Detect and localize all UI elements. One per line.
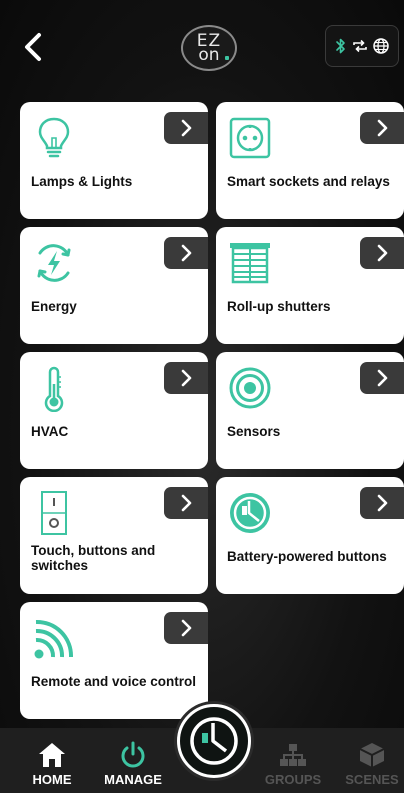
logo-dot — [224, 56, 229, 60]
energy-icon — [37, 244, 71, 282]
shutter-icon — [230, 243, 270, 284]
battery-button-icon — [230, 493, 270, 533]
category-card-switches[interactable]: Touch, buttons and switches — [20, 477, 208, 594]
category-label: Smart sockets and relays — [227, 174, 390, 189]
open-arrow-button[interactable] — [360, 112, 404, 144]
ezon-logo: EZ on — [181, 25, 237, 71]
chevron-right-icon — [377, 244, 388, 262]
header: EZ on — [0, 0, 404, 96]
app-screen: EZ on Lamps & Lights Smart sockets and r… — [0, 0, 404, 793]
nav-scenes-label: SCENES — [345, 772, 399, 787]
chevron-right-icon — [181, 619, 192, 637]
category-card-battery-buttons[interactable]: Battery-powered buttons — [216, 477, 404, 594]
chevron-right-icon — [377, 369, 388, 387]
category-label: Touch, buttons and switches — [31, 543, 156, 573]
nav-home-label: HOME — [32, 772, 72, 787]
open-arrow-button[interactable] — [360, 237, 404, 269]
open-arrow-button[interactable] — [164, 362, 208, 394]
category-grid: Lamps & Lights Smart sockets and relays — [20, 102, 404, 722]
open-arrow-button[interactable] — [164, 612, 208, 644]
open-arrow-button[interactable] — [164, 112, 208, 144]
ezon-center-button[interactable] — [177, 704, 251, 778]
chevron-right-icon — [181, 494, 192, 512]
open-arrow-button[interactable] — [360, 487, 404, 519]
category-card-energy[interactable]: Energy — [20, 227, 208, 344]
nav-manage-label: MANAGE — [104, 772, 162, 787]
power-icon — [121, 741, 145, 768]
logo-bottom-text: on — [198, 45, 229, 65]
scenes-cube-icon — [359, 743, 385, 767]
bluetooth-icon — [335, 38, 347, 54]
nav-groups[interactable]: GROUPS — [258, 728, 328, 793]
category-label: Roll-up shutters — [227, 299, 331, 314]
ezon-clock-logo-icon — [190, 717, 238, 765]
nav-groups-label: GROUPS — [264, 772, 322, 787]
open-arrow-button[interactable] — [360, 362, 404, 394]
chevron-right-icon — [181, 119, 192, 137]
category-label: Sensors — [227, 424, 281, 439]
connection-status[interactable] — [325, 25, 399, 67]
remote-signal-icon — [34, 619, 74, 659]
sensor-icon — [229, 367, 271, 409]
thermometer-icon — [44, 366, 64, 412]
category-label: Lamps & Lights — [31, 174, 133, 189]
category-card-sensors[interactable]: Sensors — [216, 352, 404, 469]
category-label: HVAC — [31, 424, 69, 439]
category-label: Energy — [31, 299, 77, 314]
chevron-right-icon — [377, 119, 388, 137]
groups-hierarchy-icon — [280, 744, 306, 766]
chevron-right-icon — [181, 244, 192, 262]
category-card-hvac[interactable]: HVAC — [20, 352, 208, 469]
nav-scenes[interactable]: SCENES — [340, 728, 404, 793]
logo-bottom-word: on — [198, 45, 220, 65]
category-card-lamps[interactable]: Lamps & Lights — [20, 102, 208, 219]
switch-icon — [41, 491, 67, 535]
sync-icon — [352, 39, 368, 53]
category-card-sockets[interactable]: Smart sockets and relays — [216, 102, 404, 219]
nav-manage[interactable]: MANAGE — [100, 728, 166, 793]
category-label: Battery-powered buttons — [227, 549, 387, 564]
home-icon — [39, 743, 65, 767]
chevron-left-icon — [25, 33, 41, 61]
category-label: Remote and voice control — [31, 674, 197, 689]
open-arrow-button[interactable] — [164, 487, 208, 519]
category-card-shutters[interactable]: Roll-up shutters — [216, 227, 404, 344]
open-arrow-button[interactable] — [164, 237, 208, 269]
chevron-right-icon — [181, 369, 192, 387]
lightbulb-icon — [38, 117, 70, 158]
chevron-right-icon — [377, 494, 388, 512]
globe-icon — [373, 38, 389, 54]
socket-icon — [229, 117, 271, 159]
nav-home[interactable]: HOME — [22, 728, 82, 793]
back-button[interactable] — [18, 30, 48, 64]
category-card-remote[interactable]: Remote and voice control — [20, 602, 208, 719]
